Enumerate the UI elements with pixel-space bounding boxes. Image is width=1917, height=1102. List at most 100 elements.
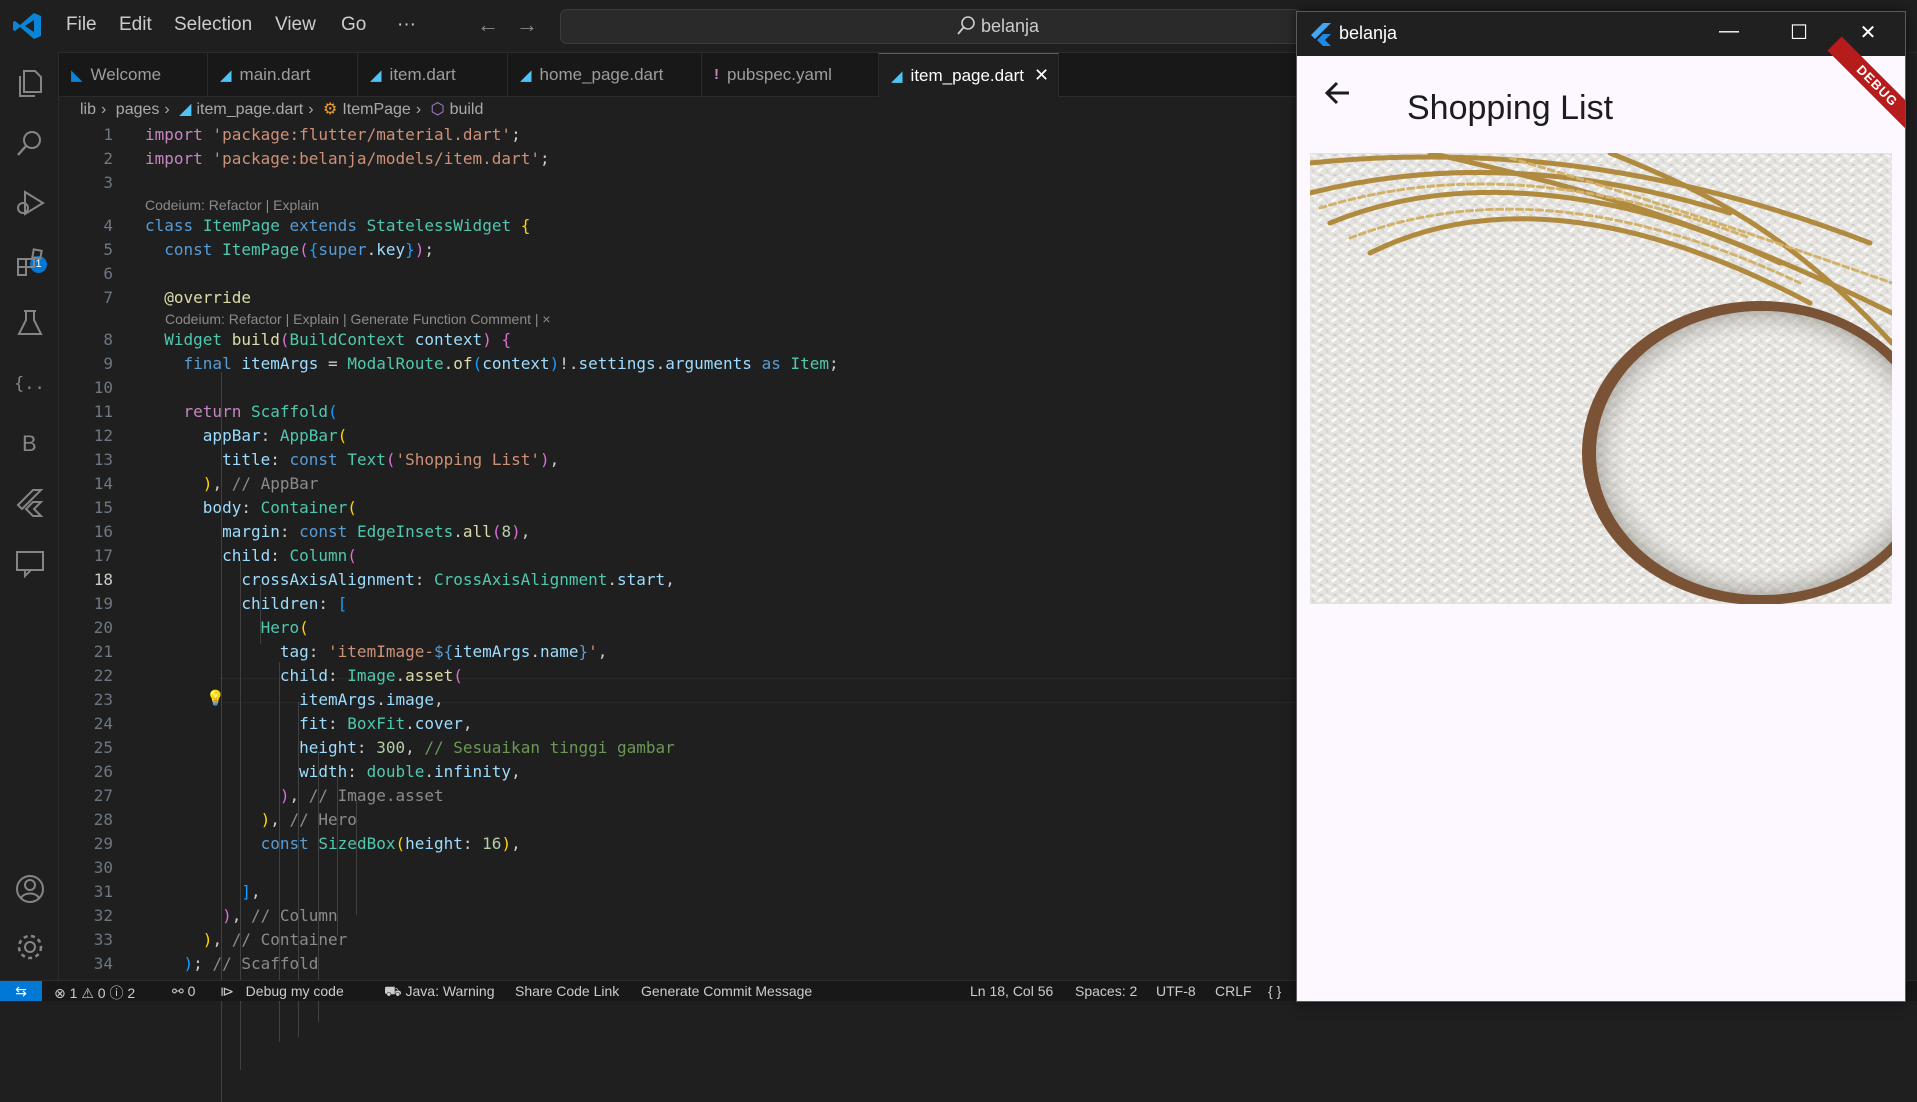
- json-braces-icon[interactable]: {...}: [13, 366, 65, 400]
- close-icon[interactable]: ✕: [1034, 65, 1049, 86]
- warning-count: 0: [97, 985, 106, 1001]
- breadcrumb-file[interactable]: item_page.dart: [196, 101, 303, 118]
- bold-b-icon[interactable]: B: [13, 426, 47, 460]
- java-label: Java: Warning: [405, 983, 495, 999]
- tab-label: item.dart: [389, 64, 456, 84]
- breadcrumb-method[interactable]: build: [450, 101, 484, 118]
- settings-gear-icon[interactable]: [13, 930, 47, 964]
- line-number: 30: [93, 858, 113, 877]
- indentation[interactable]: Spaces: 2: [1075, 983, 1137, 999]
- line-ending[interactable]: CRLF: [1215, 983, 1252, 999]
- error-count: 1: [69, 985, 78, 1001]
- code-line: @override: [164, 288, 251, 307]
- ports-indicator[interactable]: ⚯ 0: [172, 983, 195, 1000]
- svg-text:{...}: {...}: [14, 374, 47, 394]
- code-line: ],: [241, 882, 261, 901]
- run-debug-icon[interactable]: [13, 186, 47, 220]
- cursor-position[interactable]: Ln 18, Col 56: [970, 983, 1053, 999]
- codelens-build[interactable]: Codeium: Refactor | Explain | Generate F…: [165, 311, 551, 327]
- menu-view[interactable]: View: [275, 14, 316, 36]
- line-number: 13: [93, 450, 113, 469]
- chevron-right-icon: ›: [164, 101, 170, 118]
- tab-main-dart[interactable]: ◢ main.dart: [208, 53, 358, 96]
- code-line: Widget build(BuildContext context) {: [164, 330, 512, 349]
- line-number: 2: [103, 149, 113, 168]
- menu-more[interactable]: ···: [397, 14, 416, 36]
- command-center-search[interactable]: belanja: [560, 9, 1302, 44]
- encoding[interactable]: UTF-8: [1156, 983, 1196, 999]
- line-number: 11: [93, 402, 113, 421]
- tab-welcome[interactable]: ◣ Welcome: [59, 53, 208, 96]
- code-line: height: 300, // Sesuaikan tinggi gambar: [299, 738, 675, 757]
- code-line: crossAxisAlignment: CrossAxisAlignment.s…: [241, 570, 675, 589]
- breadcrumb-lib[interactable]: lib: [80, 101, 96, 118]
- chevron-right-icon: ›: [308, 101, 314, 118]
- tab-home-page-dart[interactable]: ◢ home_page.dart: [508, 53, 702, 96]
- extensions-icon[interactable]: [13, 246, 47, 280]
- tab-label: home_page.dart: [539, 64, 664, 84]
- java-status[interactable]: ⛟ Java: Warning: [384, 983, 494, 1002]
- flutter-icon[interactable]: [13, 486, 47, 520]
- tab-label: item_page.dart: [910, 65, 1024, 85]
- ports-count: 0: [187, 983, 196, 999]
- account-icon[interactable]: [13, 872, 47, 906]
- arrow-right-icon[interactable]: →: [516, 12, 538, 38]
- language-mode[interactable]: { }: [1268, 983, 1281, 999]
- tab-pubspec-yaml[interactable]: ! pubspec.yaml: [702, 53, 879, 96]
- rice-bowl-image: [1310, 153, 1892, 604]
- debug-label: Debug my code: [245, 983, 344, 999]
- arrow-left-icon[interactable]: ←: [477, 12, 499, 38]
- explorer-icon[interactable]: [13, 66, 47, 100]
- debug-status[interactable]: ⧐ Debug my code: [220, 983, 344, 1000]
- maximize-icon[interactable]: ☐: [1779, 20, 1819, 48]
- dart-icon: ◢: [220, 66, 232, 84]
- code-line: class ItemPage extends StatelessWidget {: [145, 216, 531, 235]
- code-line: child: Column(: [222, 546, 357, 565]
- menu-go[interactable]: Go: [341, 14, 366, 36]
- dart-icon: ◢: [179, 101, 192, 118]
- menu-edit[interactable]: Edit: [119, 14, 152, 36]
- code-line: final itemArgs = ModalRoute.of(context)!…: [183, 354, 839, 373]
- chevron-right-icon: ›: [101, 101, 107, 118]
- back-arrow-icon[interactable]: [1323, 78, 1353, 108]
- share-code-link[interactable]: Share Code Link: [515, 983, 619, 999]
- line-number: 4: [103, 216, 113, 235]
- line-number: 26: [93, 762, 113, 781]
- line-number: 19: [93, 594, 113, 613]
- search-icon[interactable]: [13, 126, 47, 160]
- info-icon: ⓘ: [109, 985, 124, 1001]
- generate-commit-message[interactable]: Generate Commit Message: [641, 983, 812, 999]
- app-bar: Shopping List: [1297, 56, 1905, 144]
- problems-indicator[interactable]: ⊗ 1 ⚠ 0 ⓘ 2: [54, 983, 135, 1003]
- line-number: 3: [103, 173, 113, 192]
- code-line: ), // Image.asset: [279, 786, 444, 805]
- breadcrumb-class[interactable]: ItemPage: [342, 101, 410, 118]
- codelens-class[interactable]: Codeium: Refactor | Explain: [145, 197, 319, 213]
- remote-icon[interactable]: ⇆: [0, 981, 42, 1001]
- yaml-icon: !: [714, 66, 719, 83]
- code-editor[interactable]: 💡 1 import 'package:flutter/material.dart…: [59, 122, 1359, 1102]
- line-number: 8: [103, 330, 113, 349]
- close-window-icon[interactable]: ✕: [1848, 20, 1888, 48]
- line-number: 1: [103, 125, 113, 144]
- tab-item-dart[interactable]: ◢ item.dart: [358, 53, 508, 96]
- minimize-icon[interactable]: —: [1709, 20, 1749, 48]
- flutter-app-window: belanja — ☐ ✕ Shopping List DEBUG: [1296, 11, 1906, 1002]
- line-number: 6: [103, 264, 113, 283]
- testing-icon[interactable]: [13, 306, 47, 340]
- menu-selection[interactable]: Selection: [174, 14, 252, 36]
- remote-chat-icon[interactable]: [13, 546, 47, 580]
- menu-file[interactable]: File: [66, 14, 97, 36]
- line-number: 17: [93, 546, 113, 565]
- dart-icon: ◢: [891, 67, 903, 85]
- tab-label: main.dart: [239, 64, 311, 84]
- tab-item-page-dart[interactable]: ◢ item_page.dart ✕: [879, 53, 1059, 97]
- class-icon: ⚙: [323, 101, 338, 118]
- breadcrumb-pages[interactable]: pages: [116, 101, 160, 118]
- line-number: 12: [93, 426, 113, 445]
- activity-bar: 1 {...} B: [0, 52, 65, 980]
- line-number: 28: [93, 810, 113, 829]
- code-line: tag: 'itemImage-${itemArgs.name}',: [279, 642, 608, 661]
- line-number: 23: [93, 690, 113, 709]
- line-number: 25: [93, 738, 113, 757]
